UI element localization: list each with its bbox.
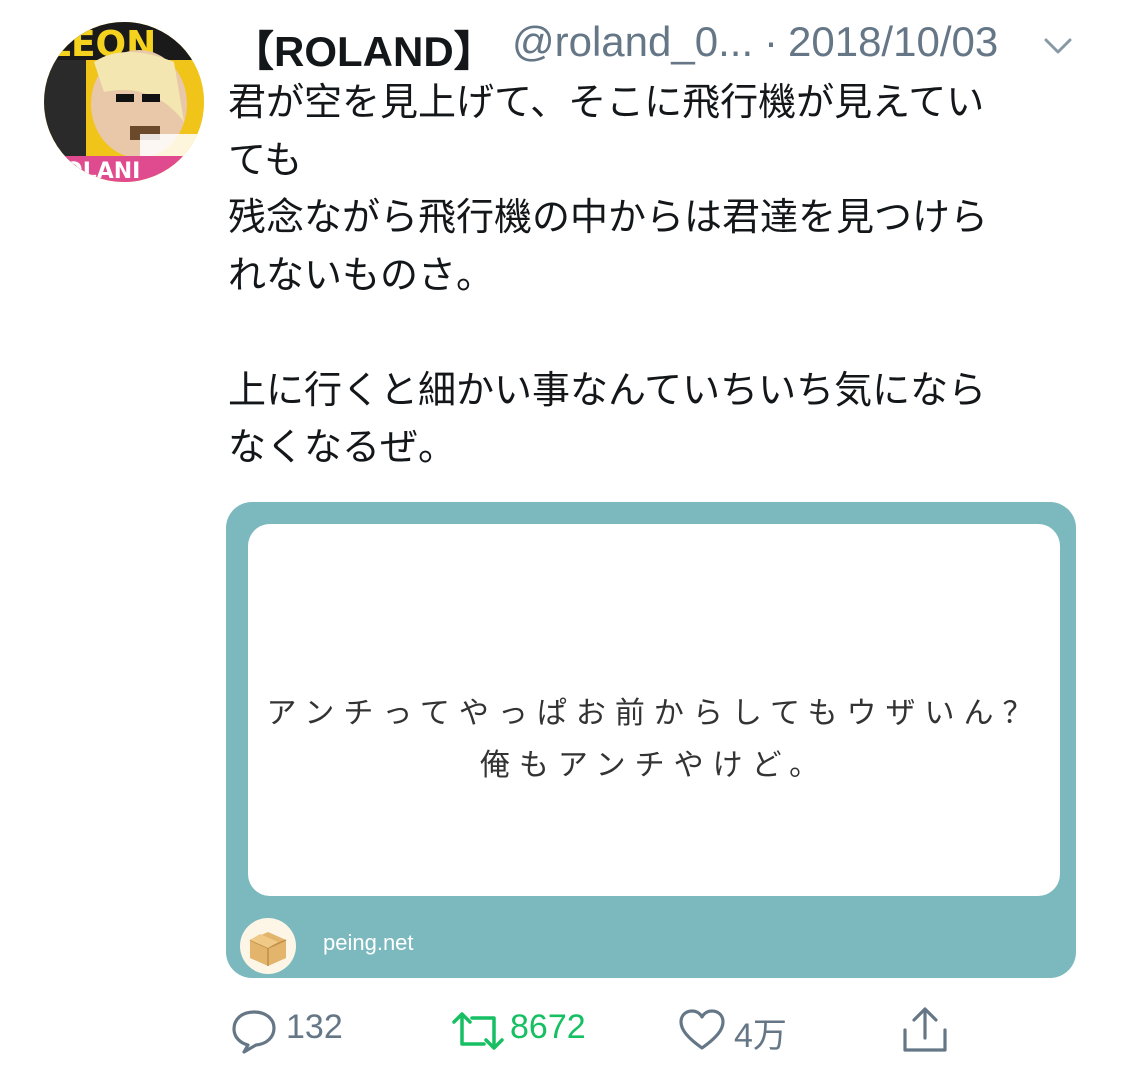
header-separator: · (764, 18, 778, 65)
card-domain[interactable]: peing.net (323, 930, 414, 956)
tweet-text-line: ても (228, 137, 303, 182)
avatar-image: LEON OLANI (44, 22, 204, 182)
retweet-count: 8672 (510, 1008, 586, 1046)
like-button[interactable]: 4万 (678, 1000, 798, 1060)
tweet-text: 君が空を見上げて、そこに飛行機が見えてい ても 残念ながら飛行機の中からは君達を… (228, 74, 1078, 477)
reply-icon (232, 1010, 276, 1054)
svg-text:OLANI: OLANI (64, 159, 140, 182)
box-icon (240, 918, 296, 974)
retweet-icon (452, 1012, 504, 1050)
reply-count: 132 (286, 1008, 343, 1046)
retweet-button[interactable]: 8672 (448, 1000, 608, 1060)
tweet-text-line: 残念ながら飛行機の中からは君達を見つけら (228, 195, 989, 239)
card-question: アンチってやっぱお前からしてもウザいん？ 俺もアンチやけど。 (248, 688, 1060, 792)
tweet-text-line: 上に行くと細かい事なんていちいち気になら (228, 367, 987, 412)
tweet-text-line: 君が空を見上げて、そこに飛行機が見えてい (228, 80, 985, 124)
tweet-text-line: なくなるぜ。 (228, 425, 457, 469)
link-card[interactable]: アンチってやっぱお前からしてもウザいん？ 俺もアンチやけど。 peing.net (226, 502, 1076, 978)
chevron-down-icon[interactable] (1040, 28, 1076, 64)
card-question-box: アンチってやっぱお前からしてもウザいん？ 俺もアンチやけど。 (248, 524, 1060, 896)
card-question-line: 俺もアンチやけど。 (479, 748, 829, 783)
card-question-line: アンチってやっぱお前からしてもウザいん？ (266, 696, 1042, 731)
like-icon (679, 1009, 725, 1050)
tweet-header: 【ROLAND】 @roland_0... · 2018/10/03 (232, 14, 1092, 75)
tweet-actions: 132 8672 4万 (0, 1000, 1125, 1060)
user-handle[interactable]: @roland_0... (512, 18, 753, 66)
tweet-text-line: れないものさ。 (228, 252, 495, 297)
share-button[interactable] (898, 1000, 954, 1060)
reply-button[interactable]: 132 (228, 1000, 358, 1060)
display-name[interactable]: 【ROLAND】 (232, 18, 496, 79)
tweet-date[interactable]: 2018/10/03 (788, 18, 998, 66)
like-count: 4万 (734, 1017, 787, 1055)
tweet-text-line (228, 304, 1078, 362)
avatar[interactable]: LEON OLANI (44, 22, 204, 182)
share-icon (903, 1007, 947, 1052)
